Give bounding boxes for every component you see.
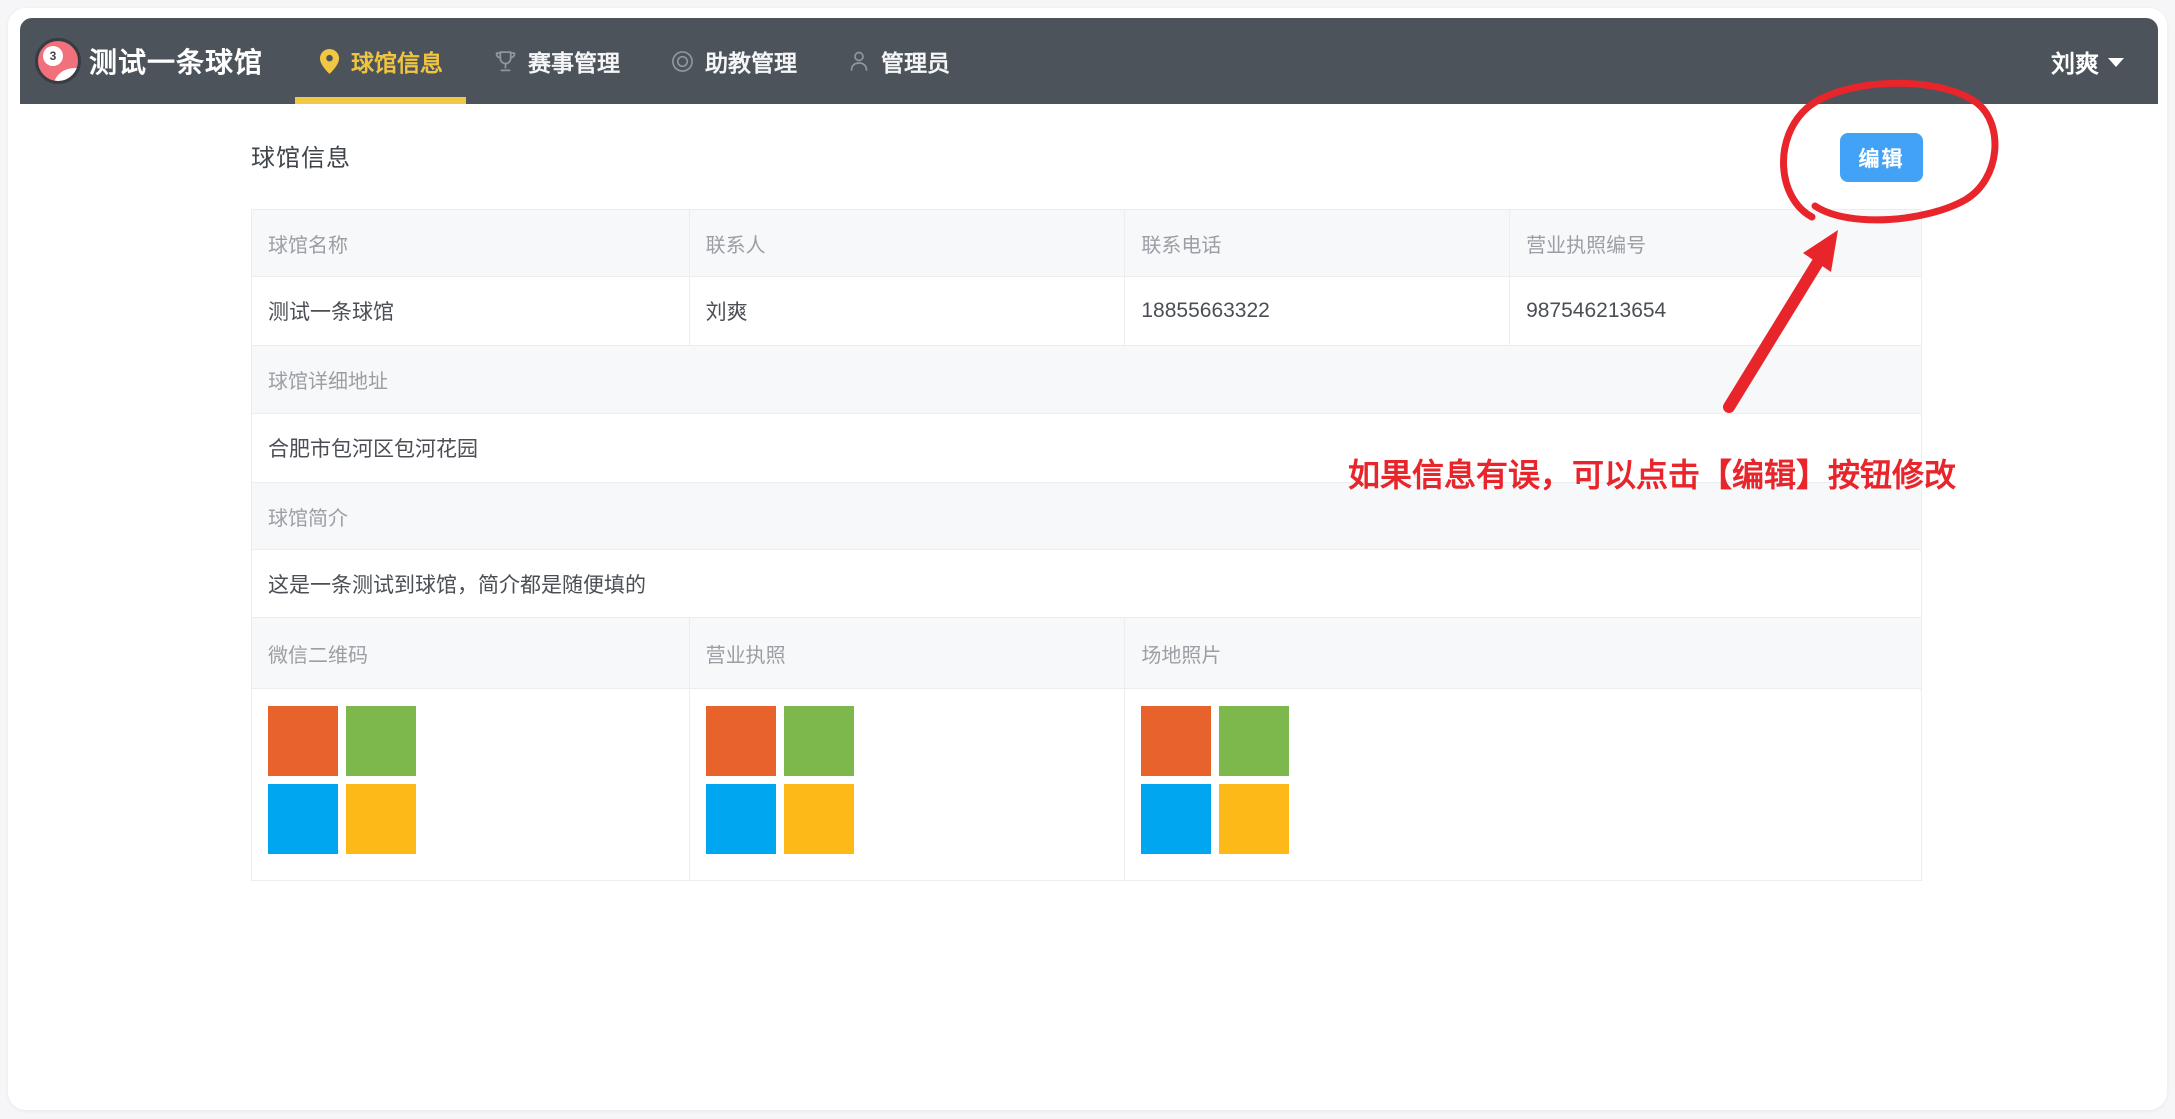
business-license-thumbnail[interactable]: [706, 706, 855, 855]
thumb-tile-orange: [268, 706, 338, 776]
thumb-tile-green: [346, 706, 416, 776]
billiard-ball-logo-icon[interactable]: 3: [35, 38, 81, 84]
thumb-tile-green: [784, 706, 854, 776]
tab-label: 管理员: [881, 44, 950, 78]
tab-assistant-management[interactable]: 助教管理: [645, 18, 822, 104]
table-image-row: [252, 689, 1921, 881]
header-wechat-qrcode: 微信二维码: [252, 618, 690, 688]
value-venue-name: 测试一条球馆: [252, 277, 690, 345]
app-window: 3 测试一条球馆 球馆信息: [8, 8, 2167, 1110]
thumb-tile-orange: [1141, 706, 1211, 776]
header-business-license: 营业执照: [690, 618, 1126, 688]
header-contact-person: 联系人: [690, 210, 1126, 276]
header-venue-intro: 球馆简介: [252, 483, 1921, 549]
thumb-tile-yellow: [346, 784, 416, 854]
nav-tabs: 球馆信息 赛事管理: [293, 18, 975, 104]
thumb-tile-yellow: [1219, 784, 1289, 854]
value-venue-intro: 这是一条测试到球馆，简介都是随便填的: [252, 550, 1921, 617]
thumb-tile-yellow: [784, 784, 854, 854]
wechat-qrcode-thumbnail[interactable]: [268, 706, 417, 855]
person-icon: [847, 49, 871, 73]
user-menu[interactable]: 刘爽: [2051, 44, 2124, 79]
wechat-qrcode-cell: [252, 689, 690, 880]
business-license-cell: [690, 689, 1126, 880]
logo-crescent: [54, 68, 81, 84]
venue-info-table: 球馆名称 联系人 联系电话 营业执照编号 测试一条球馆 刘爽 188556633…: [251, 209, 1922, 881]
header-venue-address: 球馆详细地址: [252, 346, 1921, 413]
table-header-row: 微信二维码 营业执照 场地照片: [252, 618, 1921, 689]
venue-brand-title: 测试一条球馆: [89, 41, 263, 81]
edit-button[interactable]: 编辑: [1840, 133, 1923, 182]
value-contact-phone: 18855663322: [1125, 277, 1510, 345]
chevron-down-icon: [2108, 58, 2124, 67]
tab-label: 赛事管理: [528, 44, 620, 78]
header-license-number: 营业执照编号: [1510, 210, 1921, 276]
thumb-tile-green: [1219, 706, 1289, 776]
tab-administrator[interactable]: 管理员: [822, 18, 975, 104]
page-title: 球馆信息: [251, 138, 351, 173]
tab-event-management[interactable]: 赛事管理: [468, 18, 645, 104]
value-license-number: 987546213654: [1510, 277, 1921, 345]
header-venue-name: 球馆名称: [252, 210, 690, 276]
table-value-row: 合肥市包河区包河花园: [252, 414, 1921, 483]
rings-icon: [670, 49, 695, 74]
thumb-tile-blue: [268, 784, 338, 854]
table-header-row: 球馆简介: [252, 483, 1921, 550]
logo-ball-number: 3: [43, 46, 63, 66]
header-venue-photos: 场地照片: [1125, 618, 1921, 688]
trophy-icon: [493, 49, 518, 74]
thumb-tile-blue: [706, 784, 776, 854]
table-value-row: 测试一条球馆 刘爽 18855663322 987546213654: [252, 277, 1921, 346]
venue-photo-thumbnail[interactable]: [1141, 706, 1290, 855]
table-header-row: 球馆名称 联系人 联系电话 营业执照编号: [252, 210, 1921, 277]
venue-photos-cell: [1125, 689, 1921, 880]
user-name: 刘爽: [2051, 44, 2099, 79]
table-header-row: 球馆详细地址: [252, 346, 1921, 414]
thumb-tile-orange: [706, 706, 776, 776]
value-venue-address: 合肥市包河区包河花园: [252, 414, 1921, 482]
value-contact-person: 刘爽: [690, 277, 1126, 345]
thumb-tile-blue: [1141, 784, 1211, 854]
tab-label: 助教管理: [705, 44, 797, 78]
tab-venue-info[interactable]: 球馆信息: [293, 18, 468, 104]
location-pin-icon: [318, 48, 341, 75]
top-navbar: 3 测试一条球馆 球馆信息: [20, 18, 2158, 104]
header-contact-phone: 联系电话: [1125, 210, 1510, 276]
tab-label: 球馆信息: [351, 44, 443, 78]
table-value-row: 这是一条测试到球馆，简介都是随便填的: [252, 550, 1921, 618]
